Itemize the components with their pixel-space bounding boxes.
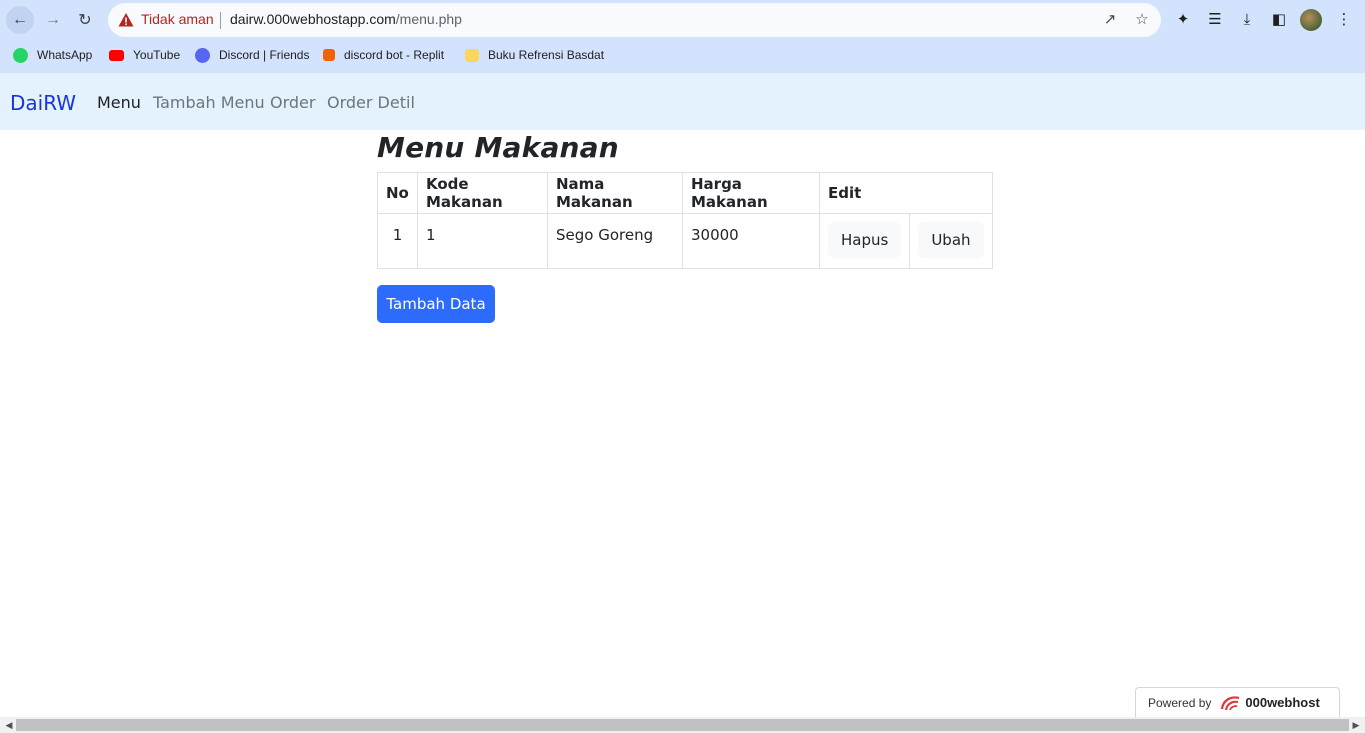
tambah-data-button[interactable]: Tambah Data — [377, 285, 495, 323]
bookmark-label: discord bot - Replit — [344, 48, 445, 62]
security-label[interactable]: Tidak aman — [141, 11, 214, 27]
bookmark-label: YouTube — [133, 48, 181, 62]
header-harga: Harga Makanan — [682, 172, 820, 214]
cell-hapus: Hapus — [818, 213, 911, 269]
profile-avatar[interactable] — [1300, 9, 1322, 31]
bookmark-label: Buku Refrensi Basdat — [488, 48, 605, 62]
powered-by-brand: 000webhost — [1245, 695, 1320, 710]
navbar-brand[interactable]: DaiRW — [10, 91, 76, 115]
nav-link-tambah-menu[interactable]: Tambah Menu — [153, 93, 265, 112]
share-icon[interactable]: ↗ — [1101, 11, 1119, 29]
site-navbar: DaiRW Menu Tambah Menu Order Order Detil — [0, 73, 1365, 130]
reading-list-icon[interactable]: ☰ — [1205, 10, 1225, 30]
omnibox-divider — [220, 12, 221, 29]
scroll-left-icon[interactable]: ◀ — [2, 719, 16, 731]
header-no: No — [377, 172, 418, 214]
cell-ubah: Ubah — [909, 213, 993, 269]
header-edit: Edit — [819, 172, 993, 214]
bookmark-replit[interactable]: discord bot - Replit — [323, 46, 444, 64]
bookmark-label: WhatsApp — [37, 48, 93, 62]
bookmark-whatsapp[interactable]: WhatsApp — [13, 46, 92, 64]
bookmark-label: Discord | Friends — [219, 48, 310, 62]
bookmarks-bar: WhatsApp YouTube Discord | Friends disco… — [0, 44, 1365, 66]
url-path: /menu.php — [395, 11, 462, 27]
warning-icon[interactable] — [118, 12, 134, 28]
more-icon[interactable]: ⋮ — [1334, 10, 1354, 30]
star-icon[interactable]: ☆ — [1133, 11, 1151, 29]
powered-by-label: Powered by — [1148, 695, 1212, 710]
replit-icon — [323, 49, 335, 61]
hapus-button[interactable]: Hapus — [828, 222, 902, 258]
header-nama: Nama Makanan — [547, 172, 683, 214]
table-header-row: No Kode Makanan Nama Makanan Harga Makan… — [377, 172, 993, 214]
reload-icon[interactable]: ↻ — [71, 6, 99, 34]
menu-table: No Kode Makanan Nama Makanan Harga Makan… — [377, 172, 993, 269]
page-title: Menu Makanan — [377, 131, 619, 164]
ubah-button[interactable]: Ubah — [918, 222, 984, 258]
header-kode: Kode Makanan — [417, 172, 548, 214]
horizontal-scrollbar[interactable]: ◀ ▶ — [0, 717, 1365, 733]
url-domain: dairw.000webhostapp.com — [230, 11, 396, 27]
cell-no: 1 — [377, 213, 418, 269]
cell-nama: Sego Goreng — [547, 213, 683, 269]
folder-icon — [465, 48, 479, 62]
powered-by-badge[interactable]: Powered by 000webhost — [1135, 687, 1340, 717]
scroll-right-icon[interactable]: ▶ — [1349, 719, 1363, 731]
youtube-icon — [109, 49, 124, 61]
webhost-logo-icon — [1221, 695, 1240, 710]
extensions-icon[interactable]: ✦ — [1173, 10, 1193, 30]
bookmark-folder[interactable]: Buku Refrensi Basdat — [465, 46, 604, 64]
nav-link-menu[interactable]: Menu — [97, 93, 141, 112]
browser-chrome: ← → ↻ Tidak aman dairw.000webhostapp.com… — [0, 0, 1365, 73]
back-icon[interactable]: ← — [6, 6, 34, 34]
address-bar[interactable]: Tidak aman dairw.000webhostapp.com/menu.… — [108, 3, 1161, 37]
nav-link-order-detil[interactable]: Order Detil — [327, 93, 415, 112]
download-icon[interactable]: ⤓ — [1237, 10, 1257, 30]
url-text[interactable]: dairw.000webhostapp.com/menu.php — [230, 11, 462, 27]
forward-icon[interactable]: → — [39, 6, 67, 34]
table-row: 1 1 Sego Goreng 30000 Hapus Ubah — [377, 213, 993, 269]
scrollbar-thumb[interactable] — [16, 719, 1349, 731]
whatsapp-icon — [13, 47, 28, 63]
discord-icon — [195, 47, 210, 63]
sidepanel-icon[interactable]: ◧ — [1269, 10, 1289, 30]
cell-kode: 1 — [417, 213, 548, 269]
bookmark-discord[interactable]: Discord | Friends — [195, 46, 309, 64]
cell-harga: 30000 — [682, 213, 820, 269]
nav-link-order[interactable]: Order — [270, 93, 315, 112]
bookmark-youtube[interactable]: YouTube — [109, 46, 180, 64]
